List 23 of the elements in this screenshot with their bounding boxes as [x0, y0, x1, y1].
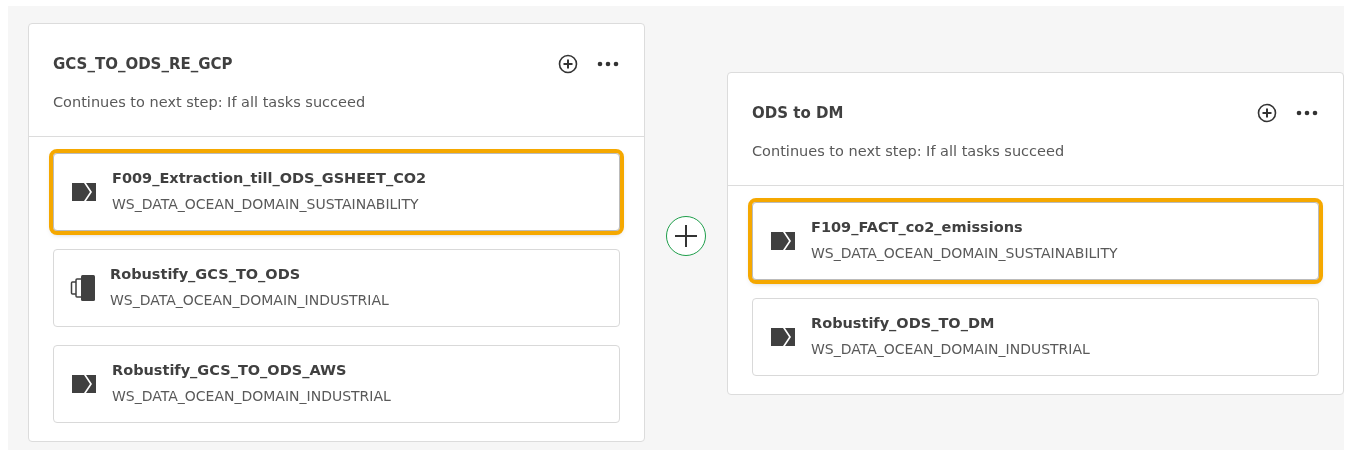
add-step-button[interactable] [666, 216, 706, 256]
task-space: WS_DATA_OCEAN_DOMAIN_INDUSTRIAL [112, 387, 391, 407]
task-name: Robustify_GCS_TO_ODS_AWS [112, 361, 348, 381]
task-name: Robustify_ODS_TO_DM [811, 314, 996, 334]
task-card[interactable]: Robustify_ODS_TO_DM WS_DATA_OCEAN_DOMAIN_INDUSTRIAL [752, 297, 1319, 376]
chevron-block-icon [70, 373, 98, 394]
task-name: Robustify_GCS_TO_ODS [110, 265, 302, 285]
task-card[interactable]: Robustify_GCS_TO_ODS WS_DATA_OCEAN_DOMAIN_INDUSTRIAL [53, 248, 620, 327]
task-space: WS_DATA_OCEAN_DOMAIN_INDUSTRIAL [110, 291, 389, 311]
chevron-block-icon [769, 326, 797, 347]
chevron-block-icon [70, 181, 98, 202]
task-card[interactable]: Robustify_GCS_TO_ODS_AWS WS_DATA_OCEAN_DOMAIN_INDUSTRIAL [53, 344, 620, 423]
task-space: WS_DATA_OCEAN_DOMAIN_SUSTAINABILITY [112, 195, 420, 215]
step-condition: Continues to next step: If all tasks succeed [53, 93, 367, 112]
step-title: ODS to DM [752, 102, 845, 124]
step-title: GCS_TO_ODS_RE_GCP [53, 53, 234, 75]
task-name: F009_Extraction_till_ODS_GSHEET_CO2 [112, 169, 427, 189]
chevron-block-icon [769, 230, 797, 251]
task-space: WS_DATA_OCEAN_DOMAIN_INDUSTRIAL [811, 340, 1090, 360]
step-condition: Continues to next step: If all tasks succeed [752, 142, 1066, 161]
task-name: F109_FACT_co2_emissions [811, 218, 1024, 238]
task-space: WS_DATA_OCEAN_DOMAIN_SUSTAINABILITY [811, 244, 1118, 264]
storage-block-icon [70, 273, 96, 302]
